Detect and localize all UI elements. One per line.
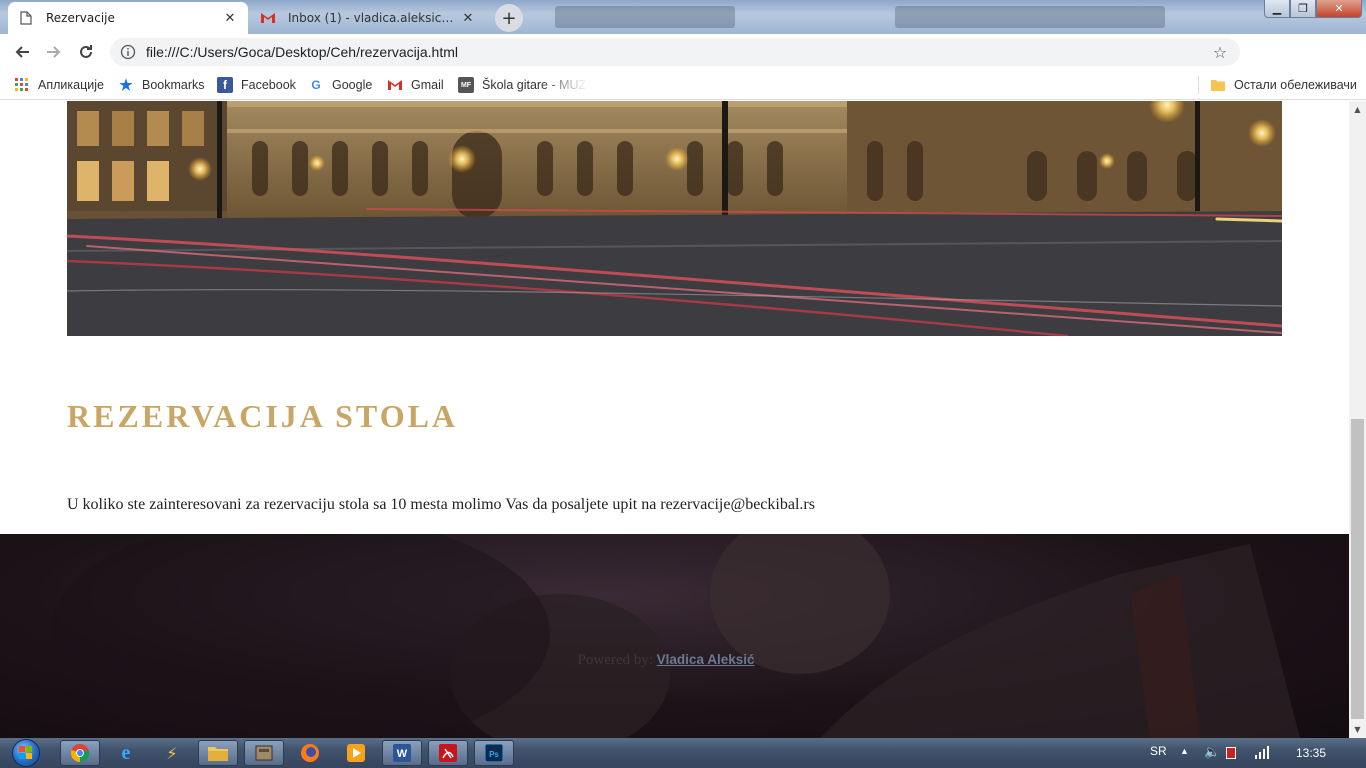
mf-icon: MF bbox=[458, 77, 474, 93]
taskbar-file-explorer[interactable] bbox=[198, 740, 238, 766]
bookmark-other[interactable]: Остали обележивачи bbox=[1210, 76, 1357, 94]
taskbar-acrobat[interactable] bbox=[428, 740, 468, 766]
scroll-down-arrow-icon[interactable]: ▼ bbox=[1349, 721, 1366, 738]
taskbar-media-player[interactable] bbox=[336, 740, 376, 766]
bookmark-facebook[interactable]: f Facebook bbox=[217, 76, 296, 94]
acrobat-icon bbox=[439, 744, 457, 762]
bookmark-bookmarks[interactable]: ★ Bookmarks bbox=[118, 76, 205, 94]
reload-icon bbox=[80, 45, 92, 58]
minimize-button[interactable]: ▁ bbox=[1264, 0, 1290, 18]
taskbar-firefox[interactable] bbox=[290, 740, 330, 766]
bookmark-fade bbox=[540, 70, 600, 99]
word-icon: W bbox=[393, 744, 411, 762]
firefox-icon bbox=[301, 744, 319, 762]
svg-text:Ps: Ps bbox=[489, 750, 499, 759]
scroll-thumb[interactable] bbox=[1351, 419, 1364, 719]
bookmarks-bar: Апликације ★ Bookmarks f Facebook G Goog… bbox=[0, 70, 1366, 100]
background-window-ghost bbox=[555, 6, 735, 28]
footer-background-image bbox=[50, 534, 1300, 738]
page-viewport: REZERVACIJA STOLA U koliko ste zainteres… bbox=[0, 101, 1349, 738]
language-indicator[interactable]: SR bbox=[1150, 744, 1167, 758]
archive-icon bbox=[255, 745, 273, 761]
browser-toolbar: file:///C:/Users/Goca/Desktop/Ceh/rezerv… bbox=[0, 34, 1366, 96]
star-icon: ★ bbox=[119, 77, 133, 94]
svg-text:W: W bbox=[397, 748, 408, 760]
background-window-ghost bbox=[895, 6, 1165, 28]
info-icon[interactable] bbox=[120, 44, 136, 60]
bookmark-label: Gmail bbox=[411, 78, 444, 92]
windows-taskbar: e ⚡ W Ps SR ▲ 🔈 13:35 bbox=[0, 738, 1366, 768]
tab-inbox[interactable]: Inbox (1) - vladica.aleksic84@gmail.com … bbox=[250, 2, 486, 34]
footer-prefix: Powered by: bbox=[577, 652, 653, 668]
bookmark-separator bbox=[1198, 76, 1199, 94]
battery-icon[interactable] bbox=[1226, 747, 1236, 759]
bookmark-gmail[interactable]: Gmail bbox=[387, 76, 444, 94]
close-tab-icon[interactable]: ✕ bbox=[222, 10, 238, 26]
clock[interactable]: 13:35 bbox=[1296, 746, 1326, 760]
tab-rezervacije[interactable]: Rezervacije ✕ bbox=[8, 2, 248, 34]
bookmark-label: Google bbox=[332, 78, 373, 92]
taskbar-photoshop[interactable]: Ps bbox=[474, 740, 514, 766]
folder-icon bbox=[1210, 77, 1226, 93]
arrow-right-icon bbox=[47, 46, 61, 58]
taskbar-word[interactable]: W bbox=[382, 740, 422, 766]
browser-title-bar: Rezervacije ✕ Inbox (1) - vladica.aleksi… bbox=[0, 0, 1366, 34]
bookmark-star-icon[interactable]: ☆ bbox=[1210, 43, 1230, 62]
address-bar[interactable]: file:///C:/Users/Goca/Desktop/Ceh/rezerv… bbox=[110, 38, 1240, 66]
reload-button[interactable] bbox=[70, 36, 102, 68]
windows-logo-icon bbox=[12, 739, 40, 767]
hero-image bbox=[67, 101, 1282, 336]
taskbar-internet-explorer[interactable]: e bbox=[106, 740, 146, 766]
facebook-icon: f bbox=[217, 77, 233, 93]
bookmark-label: Facebook bbox=[241, 78, 296, 92]
apps-icon bbox=[14, 77, 30, 93]
internet-explorer-icon: e bbox=[121, 741, 131, 764]
media-player-icon bbox=[347, 744, 365, 762]
taskbar-winamp[interactable]: ⚡ bbox=[152, 740, 192, 766]
tab-title: Rezervacije bbox=[46, 11, 115, 25]
author-link[interactable]: Vladica Aleksić bbox=[657, 652, 755, 667]
reservation-text: U koliko ste zainteresovani za rezervaci… bbox=[67, 496, 815, 513]
back-button[interactable] bbox=[6, 36, 38, 68]
start-button[interactable] bbox=[6, 738, 46, 768]
volume-icon[interactable]: 🔈 bbox=[1204, 744, 1220, 760]
arrow-left-icon bbox=[15, 46, 29, 58]
close-window-button[interactable]: ✕ bbox=[1316, 0, 1362, 18]
page-title: REZERVACIJA STOLA bbox=[67, 398, 459, 434]
winamp-icon: ⚡ bbox=[166, 743, 178, 763]
close-tab-icon[interactable]: ✕ bbox=[460, 10, 476, 26]
tab-title: Inbox (1) - vladica.aleksic84@gmail.com bbox=[288, 11, 460, 25]
photoshop-icon: Ps bbox=[485, 744, 503, 762]
gmail-icon bbox=[387, 77, 403, 93]
url-text[interactable]: file:///C:/Users/Goca/Desktop/Ceh/rezerv… bbox=[146, 44, 1210, 60]
bookmark-label: Bookmarks bbox=[142, 78, 205, 92]
footer-credit: Powered by: Vladica Aleksić bbox=[0, 652, 1332, 669]
chrome-icon bbox=[70, 744, 90, 762]
scroll-up-arrow-icon[interactable]: ▲ bbox=[1349, 101, 1366, 118]
file-explorer-icon bbox=[208, 747, 228, 761]
taskbar-chrome[interactable] bbox=[60, 740, 100, 766]
bookmark-label: Апликације bbox=[38, 78, 104, 92]
document-icon bbox=[18, 10, 34, 26]
bookmark-google[interactable]: G Google bbox=[308, 76, 372, 94]
bookmark-apps[interactable]: Апликације bbox=[14, 76, 104, 94]
page-footer: Powered by: Vladica Aleksić bbox=[0, 534, 1349, 738]
taskbar-archive[interactable] bbox=[244, 740, 284, 766]
tray-expand-icon[interactable]: ▲ bbox=[1180, 746, 1189, 756]
forward-button[interactable] bbox=[38, 36, 70, 68]
bookmark-label: Остали обележивачи bbox=[1234, 78, 1357, 92]
network-icon[interactable] bbox=[1254, 744, 1270, 760]
new-tab-button[interactable]: + bbox=[495, 4, 523, 32]
window-controls: ▁ ❐ ✕ bbox=[1264, 0, 1362, 18]
maximize-button[interactable]: ❐ bbox=[1290, 0, 1316, 18]
gmail-icon bbox=[260, 10, 276, 26]
google-icon: G bbox=[311, 78, 321, 92]
page-scrollbar[interactable]: ▲ ▼ bbox=[1349, 101, 1366, 738]
